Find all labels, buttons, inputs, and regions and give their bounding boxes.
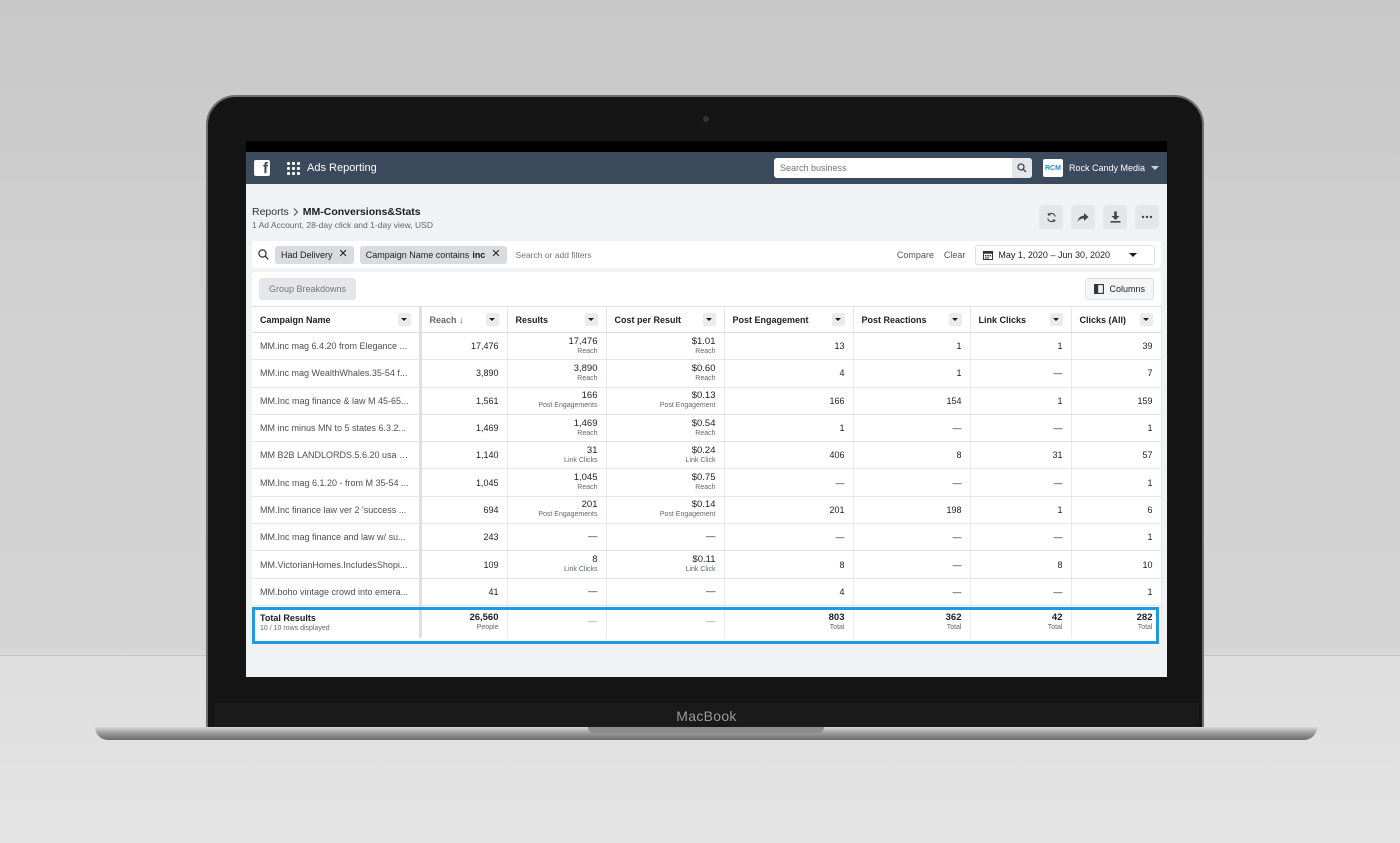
filter-search-input[interactable]: [515, 249, 676, 260]
chevron-down-icon[interactable]: [397, 313, 411, 326]
table-row[interactable]: MM inc minus MN to 5 states 6.3.2... 1,46…: [252, 414, 1162, 443]
chevron-right-icon: [293, 208, 299, 216]
table-row[interactable]: MM.VictorianHomes.IncludesShopi... 109 8 Li…: [252, 550, 1162, 579]
breadcrumb-reports[interactable]: Reports: [252, 206, 289, 218]
top-navigation-bar: f Ads Reporting RCM Rock Candy Media: [246, 152, 1167, 184]
column-header-reach[interactable]: Reach ↓: [420, 306, 508, 333]
close-icon[interactable]: ✕: [339, 249, 348, 260]
date-range-picker[interactable]: May 1, 2020 – Jun 30, 2020: [975, 244, 1155, 265]
webcam: [703, 116, 709, 122]
search-icon: [258, 249, 269, 260]
download-button[interactable]: [1103, 205, 1127, 229]
table-header-row: Campaign Name Reach ↓ Results Cost per R…: [252, 306, 1162, 333]
compare-button[interactable]: Compare: [897, 250, 934, 260]
search-icon: [1017, 163, 1027, 173]
table-body: MM.inc mag 6.4.20 from Elegance ... 17,47…: [252, 332, 1162, 639]
chevron-down-icon[interactable]: [948, 313, 962, 326]
business-search: [773, 158, 1032, 178]
column-header-post-engagement[interactable]: Post Engagement: [724, 306, 854, 333]
apps-grid-icon[interactable]: [287, 161, 300, 175]
share-button[interactable]: [1071, 205, 1095, 229]
column-header-link-clicks[interactable]: Link Clicks: [970, 306, 1072, 333]
account-switcher[interactable]: RCM Rock Candy Media: [1042, 159, 1159, 177]
columns-icon: [1094, 284, 1105, 294]
total-results-row: Total Results 10 / 10 rows displayed 26,5…: [252, 605, 1162, 639]
filter-chip-had-delivery[interactable]: Had Delivery ✕: [275, 245, 354, 264]
refresh-button[interactable]: [1039, 205, 1063, 229]
clear-button[interactable]: Clear: [944, 250, 966, 260]
table-row[interactable]: MM.Inc mag 6.1.20 - from M 35-54 ... 1,04…: [252, 468, 1162, 497]
report-header: Reports MM-Conversions&Stats 1 Ad Accoun…: [246, 184, 1167, 231]
column-header-results[interactable]: Results: [507, 306, 607, 333]
column-header-clicks-all[interactable]: Clicks (All): [1071, 306, 1162, 333]
date-range-label: May 1, 2020 – Jun 30, 2020: [998, 249, 1110, 260]
share-icon: [1077, 212, 1089, 222]
breadcrumb: Reports MM-Conversions&Stats: [252, 206, 1167, 218]
table-row[interactable]: MM.Inc finance law ver 2 'success ... 694…: [252, 496, 1162, 525]
chevron-down-icon[interactable]: [485, 313, 499, 326]
calendar-icon: [983, 250, 994, 260]
chevron-down-icon[interactable]: [584, 313, 598, 326]
close-icon[interactable]: ✕: [491, 249, 500, 260]
refresh-icon: [1046, 212, 1056, 222]
facebook-logo-icon[interactable]: f: [254, 160, 270, 176]
column-header-cost-per-result[interactable]: Cost per Result: [606, 306, 725, 333]
download-icon: [1110, 211, 1120, 223]
filter-bar: Had Delivery ✕ Campaign Name contains in…: [252, 241, 1161, 268]
table-row[interactable]: MM B2B LANDLORDS.5.6.20 usa fb... 1,140 31…: [252, 441, 1162, 470]
columns-button[interactable]: Columns: [1085, 278, 1154, 300]
table-row[interactable]: MM.inc mag 6.4.20 from Elegance ... 17,47…: [252, 332, 1162, 361]
table-row[interactable]: MM.boho vintage crowd into emera... 41— —4…: [252, 578, 1162, 606]
account-name: Rock Candy Media: [1068, 163, 1145, 173]
search-input[interactable]: [773, 163, 1012, 173]
filter-chip-campaign-name[interactable]: Campaign Name contains inc ✕: [359, 245, 507, 264]
screen: f Ads Reporting RCM Rock Candy Media Rep…: [246, 141, 1167, 677]
chevron-down-icon[interactable]: [1139, 313, 1153, 326]
laptop-base-notch: [588, 727, 824, 733]
column-header-campaign-name[interactable]: Campaign Name: [252, 306, 422, 333]
chevron-down-icon[interactable]: [702, 313, 716, 326]
app-title: Ads Reporting: [307, 162, 377, 174]
chevron-down-icon[interactable]: [1049, 313, 1063, 326]
table-row[interactable]: MM.Inc mag finance & law M 45-65... 1,561…: [252, 387, 1162, 415]
account-logo: RCM: [1042, 159, 1063, 177]
laptop-chin: MacBook: [214, 703, 1199, 727]
table-row[interactable]: MM.Inc mag finance and law w/ su... 243— —…: [252, 523, 1162, 552]
report-subtitle: 1 Ad Account, 28-day click and 1-day vie…: [252, 220, 433, 230]
column-header-post-reactions[interactable]: Post Reactions: [853, 306, 971, 333]
chevron-down-icon[interactable]: [831, 313, 845, 326]
search-button[interactable]: [1011, 158, 1032, 178]
table-row[interactable]: MM.inc mag WealthWhales.35-54 f... 3,890 3…: [252, 359, 1162, 388]
results-table-card: Group Breakdowns Columns Campaign Name R…: [252, 272, 1162, 644]
results-table: Campaign Name Reach ↓ Results Cost per R…: [252, 306, 1162, 639]
more-options-button[interactable]: [1135, 205, 1159, 229]
group-breakdowns-button[interactable]: Group Breakdowns: [259, 278, 357, 300]
more-icon: [1141, 215, 1153, 219]
report-title: MM-Conversions&Stats: [302, 206, 421, 218]
chevron-down-icon: [1129, 252, 1137, 257]
chevron-down-icon: [1151, 166, 1159, 170]
